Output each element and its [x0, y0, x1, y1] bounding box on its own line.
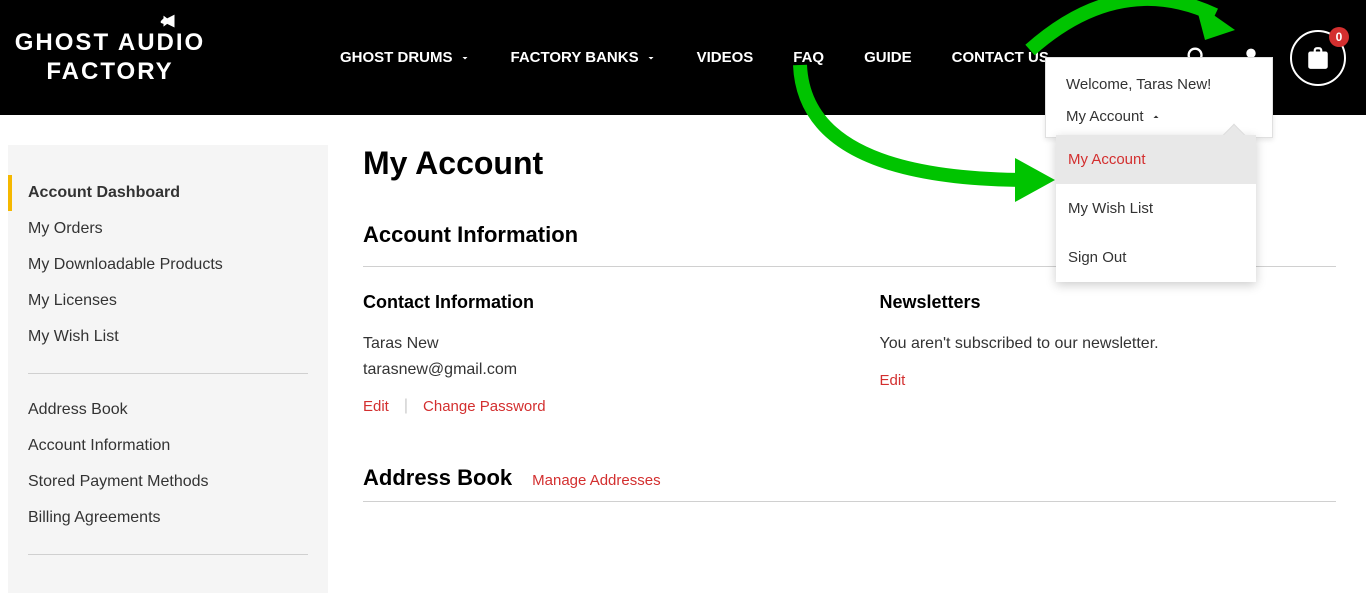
sidebar-divider — [28, 373, 308, 374]
chevron-up-icon — [1150, 111, 1162, 123]
main-nav: GHOST DRUMS FACTORY BANKS VIDEOS FAQ GUI… — [340, 49, 1049, 66]
edit-contact-link[interactable]: Edit — [363, 398, 389, 415]
sidebar-item-dashboard[interactable]: Account Dashboard — [8, 175, 308, 211]
newsletters-status: You aren't subscribed to our newsletter. — [880, 331, 1337, 357]
sidebar-item-licenses[interactable]: My Licenses — [28, 283, 308, 319]
sidebar-item-address-book[interactable]: Address Book — [28, 392, 308, 428]
chevron-down-icon — [645, 52, 657, 64]
contact-info-column: Contact Information Taras New tarasnew@g… — [363, 292, 820, 415]
nav-ghost-drums[interactable]: GHOST DRUMS — [340, 49, 471, 66]
nav-label: FAQ — [793, 49, 824, 66]
logo[interactable]: GHOST AUDIO FACTORY — [10, 29, 210, 87]
contact-email: tarasnew@gmail.com — [363, 357, 820, 383]
change-password-link[interactable]: Change Password — [423, 398, 546, 415]
address-book-section-header: Address Book Manage Addresses — [363, 465, 1336, 502]
dropdown-wishlist[interactable]: My Wish List — [1056, 184, 1256, 233]
newsletters-column: Newsletters You aren't subscribed to our… — [880, 292, 1337, 415]
toggle-label: My Account — [1066, 108, 1144, 125]
sidebar-divider — [28, 554, 308, 555]
sidebar: Account Dashboard My Orders My Downloada… — [8, 145, 328, 593]
chevron-down-icon — [459, 52, 471, 64]
sidebar-item-account-info[interactable]: Account Information — [28, 428, 308, 464]
nav-guide[interactable]: GUIDE — [864, 49, 912, 66]
sidebar-item-downloadable[interactable]: My Downloadable Products — [28, 247, 308, 283]
nav-factory-banks[interactable]: FACTORY BANKS — [511, 49, 657, 66]
welcome-panel: Welcome, Taras New! My Account — [1045, 57, 1273, 138]
nav-faq[interactable]: FAQ — [793, 49, 824, 66]
megaphone-icon — [158, 11, 180, 33]
account-dropdown: My Account My Wish List Sign Out — [1056, 135, 1256, 282]
nav-contact-us[interactable]: CONTACT US — [952, 49, 1049, 66]
address-book-title: Address Book — [363, 465, 512, 491]
nav-label: CONTACT US — [952, 49, 1049, 66]
logo-line-1: GHOST AUDIO — [10, 29, 210, 58]
sidebar-item-orders[interactable]: My Orders — [28, 211, 308, 247]
nav-label: GUIDE — [864, 49, 912, 66]
dropdown-signout[interactable]: Sign Out — [1056, 233, 1256, 282]
sidebar-item-billing[interactable]: Billing Agreements — [28, 500, 308, 536]
sidebar-item-payment[interactable]: Stored Payment Methods — [28, 464, 308, 500]
logo-line-2: FACTORY — [10, 58, 210, 87]
newsletter-links: Edit — [880, 372, 1337, 389]
cart-button[interactable]: 0 — [1290, 30, 1346, 86]
info-columns: Contact Information Taras New tarasnew@g… — [363, 292, 1336, 415]
manage-addresses-link[interactable]: Manage Addresses — [532, 472, 660, 489]
contact-links: Edit | Change Password — [363, 397, 820, 415]
nav-label: GHOST DRUMS — [340, 49, 453, 66]
nav-label: FACTORY BANKS — [511, 49, 639, 66]
nav-videos[interactable]: VIDEOS — [697, 49, 754, 66]
contact-info-title: Contact Information — [363, 292, 820, 313]
edit-newsletter-link[interactable]: Edit — [880, 372, 906, 389]
nav-label: VIDEOS — [697, 49, 754, 66]
my-account-toggle[interactable]: My Account — [1066, 108, 1252, 125]
bag-icon — [1305, 45, 1331, 71]
cart-count-badge: 0 — [1329, 27, 1349, 47]
link-divider: | — [404, 397, 408, 415]
sidebar-item-wishlist[interactable]: My Wish List — [28, 319, 308, 355]
dropdown-my-account[interactable]: My Account — [1056, 135, 1256, 184]
newsletters-title: Newsletters — [880, 292, 1337, 313]
welcome-greeting: Welcome, Taras New! — [1066, 76, 1252, 93]
contact-name: Taras New — [363, 331, 820, 357]
